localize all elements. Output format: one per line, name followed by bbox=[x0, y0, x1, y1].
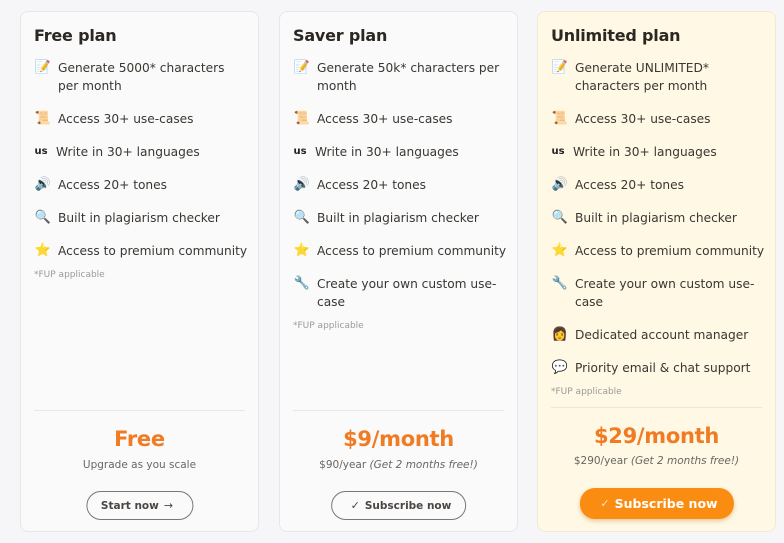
memo-icon: 📝 bbox=[551, 60, 569, 75]
speaker-icon: 🔊 bbox=[551, 177, 569, 192]
feature-item: 🔊 Access 20+ tones bbox=[293, 177, 426, 192]
star-icon: ⭐ bbox=[551, 243, 569, 258]
feature-item: 📜 Access 30+ use-cases bbox=[551, 111, 711, 126]
divider bbox=[293, 410, 504, 411]
feature-item: 🔍 Built in plagiarism checker bbox=[293, 210, 479, 225]
star-icon: ⭐ bbox=[34, 243, 52, 258]
us-flag-icon: us bbox=[34, 146, 48, 157]
wrench-icon: 🔧 bbox=[551, 276, 569, 291]
plan-subtext: $90/year (Get 2 months free!) bbox=[319, 459, 478, 471]
feature-item: 🔊 Access 20+ tones bbox=[551, 177, 684, 192]
magnifier-icon: 🔍 bbox=[551, 210, 569, 225]
feature-item: 📝 Generate UNLIMITED* characters per mont… bbox=[551, 60, 709, 93]
feature-item: us Write in 30+ languages bbox=[34, 145, 200, 159]
feature-item: 🔊 Access 20+ tones bbox=[34, 177, 167, 192]
account-manager-icon: 👩 bbox=[551, 327, 569, 342]
scroll-icon: 📜 bbox=[34, 111, 52, 126]
feature-list: 📝 Generate 50k* characters per month 📜 Acc… bbox=[293, 59, 507, 331]
speaker-icon: 🔊 bbox=[34, 177, 52, 192]
plan-card-unlimited: Unlimited plan 📝 Generate UNLIMITED* char… bbox=[537, 11, 776, 532]
plan-card-free: Free plan 📝 Generate 5000* characters per… bbox=[20, 11, 259, 532]
pricing-cards: Free plan 📝 Generate 5000* characters per… bbox=[0, 0, 784, 543]
check-icon: ✓ bbox=[600, 497, 610, 510]
us-flag-icon: us bbox=[551, 146, 565, 157]
feature-item: 📝 Generate 5000* characters per month bbox=[34, 60, 225, 93]
subscribe-now-button[interactable]: ✓ Subscribe now bbox=[579, 488, 734, 519]
feature-item: 💬 Priority email & chat support bbox=[551, 360, 751, 375]
feature-item: 📝 Generate 50k* characters per month bbox=[293, 60, 500, 93]
feature-item: ⭐ Access to premium community bbox=[551, 243, 765, 258]
feature-list: 📝 Generate 5000* characters per month 📜 Ac… bbox=[34, 59, 248, 280]
divider bbox=[34, 410, 245, 411]
divider bbox=[551, 407, 762, 408]
plan-price: $29/month bbox=[593, 424, 720, 448]
start-now-button[interactable]: Start now → bbox=[85, 491, 194, 520]
plan-subtext: $290/year (Get 2 months free!) bbox=[573, 455, 740, 467]
feature-item: us Write in 30+ languages bbox=[293, 145, 459, 159]
subscribe-now-button[interactable]: ✓ Subscribe now bbox=[330, 491, 467, 520]
plan-price: $9/month bbox=[343, 427, 454, 451]
arrow-right-icon: → bbox=[163, 499, 174, 512]
feature-item: 🔍 Built in plagiarism checker bbox=[551, 210, 737, 225]
magnifier-icon: 🔍 bbox=[293, 210, 311, 225]
memo-icon: 📝 bbox=[293, 60, 311, 75]
check-icon: ✓ bbox=[350, 499, 360, 512]
plan-title: Free plan bbox=[34, 26, 117, 45]
feature-list: 📝 Generate UNLIMITED* characters per mont… bbox=[551, 59, 765, 397]
scroll-icon: 📜 bbox=[551, 111, 569, 126]
wrench-icon: 🔧 bbox=[293, 276, 311, 291]
fup-note: *FUP applicable bbox=[551, 387, 622, 397]
plan-subtext: Upgrade as you scale bbox=[82, 459, 197, 471]
feature-item: 🔧 Create your own custom use-case bbox=[551, 276, 755, 309]
feature-item: 🔍 Built in plagiarism checker bbox=[34, 210, 220, 225]
star-icon: ⭐ bbox=[293, 243, 311, 258]
fup-note: *FUP applicable bbox=[293, 321, 364, 331]
memo-icon: 📝 bbox=[34, 60, 52, 75]
plan-price: Free bbox=[114, 427, 165, 451]
feature-item: 📜 Access 30+ use-cases bbox=[34, 111, 194, 126]
feature-item: ⭐ Access to premium community bbox=[34, 243, 248, 258]
scroll-icon: 📜 bbox=[293, 111, 311, 126]
speech-bubble-icon: 💬 bbox=[551, 360, 569, 375]
speaker-icon: 🔊 bbox=[293, 177, 311, 192]
feature-item: ⭐ Access to premium community bbox=[293, 243, 507, 258]
plan-card-saver: Saver plan 📝 Generate 50k* characters per… bbox=[279, 11, 518, 532]
feature-item: 👩 Dedicated account manager bbox=[551, 327, 749, 342]
plan-title: Saver plan bbox=[293, 26, 388, 45]
magnifier-icon: 🔍 bbox=[34, 210, 52, 225]
feature-item: 🔧 Create your own custom use-case bbox=[293, 276, 497, 309]
plan-title: Unlimited plan bbox=[551, 26, 681, 45]
feature-item: us Write in 30+ languages bbox=[551, 145, 717, 159]
feature-item: 📜 Access 30+ use-cases bbox=[293, 111, 453, 126]
us-flag-icon: us bbox=[293, 146, 307, 157]
fup-note: *FUP applicable bbox=[34, 270, 105, 280]
